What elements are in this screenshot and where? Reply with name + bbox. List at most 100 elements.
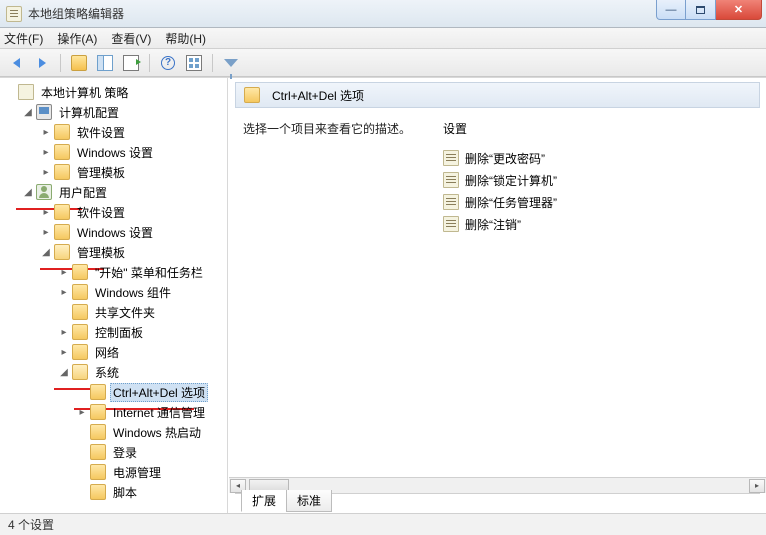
minimize-button[interactable]: —: [656, 0, 686, 20]
tree-ctrl-alt-del[interactable]: ▸Ctrl+Alt+Del 选项: [72, 382, 227, 402]
tree-item[interactable]: ▸Windows 组件: [54, 282, 227, 302]
tree-item[interactable]: ▸电源管理: [72, 462, 227, 482]
maximize-button[interactable]: [686, 0, 716, 20]
folder-icon: [72, 284, 88, 300]
tree-pane[interactable]: ▸本地计算机 策略 ◢计算机配置 ▸软件设置 ▸Windows 设置 ▸管理模板…: [0, 78, 228, 513]
menu-view[interactable]: 查看(V): [111, 30, 151, 47]
tree-item[interactable]: ▸软件设置: [36, 122, 227, 142]
tree-item[interactable]: ▸Windows 热启动: [72, 422, 227, 442]
back-button[interactable]: [6, 53, 26, 73]
app-icon: [6, 6, 22, 22]
policy-item-icon: [443, 172, 459, 188]
tree-item[interactable]: ▸登录: [72, 442, 227, 462]
close-button[interactable]: ✕: [716, 0, 762, 20]
menu-file[interactable]: 文件(F): [4, 30, 43, 47]
expand-toggle[interactable]: ▸: [76, 406, 88, 418]
menu-help[interactable]: 帮助(H): [165, 30, 206, 47]
export-button[interactable]: [121, 53, 141, 73]
folder-icon: [90, 484, 106, 500]
folder-icon: [72, 344, 88, 360]
expand-toggle[interactable]: ◢: [58, 366, 70, 378]
folder-icon: [244, 87, 260, 103]
settings-header: 设置: [443, 120, 760, 137]
tree-item[interactable]: ▸共享文件夹: [54, 302, 227, 322]
tree-item[interactable]: ▸Internet 通信管理: [72, 402, 227, 422]
tab-standard[interactable]: 标准: [286, 490, 332, 512]
tree-item[interactable]: ▸网络: [54, 342, 227, 362]
user-icon: [36, 184, 52, 200]
tree-item[interactable]: ▸Windows 设置: [36, 142, 227, 162]
properties-button[interactable]: [184, 53, 204, 73]
folder-icon: [54, 124, 70, 140]
expand-toggle[interactable]: ▸: [58, 326, 70, 338]
details-body: 选择一个项目来查看它的描述。 设置 删除“更改密码” 删除“锁定计算机” 删除“任务…: [229, 108, 766, 493]
status-text: 4 个设置: [8, 516, 54, 533]
tree-item[interactable]: ▸管理模板: [36, 162, 227, 182]
toolbar-separator: [149, 54, 150, 72]
tree-item[interactable]: ▸Windows 设置: [36, 222, 227, 242]
filter-button[interactable]: [221, 53, 241, 73]
folder-icon: [90, 384, 106, 400]
forward-button[interactable]: [32, 53, 52, 73]
setting-item[interactable]: 删除“注销”: [443, 213, 760, 235]
tree-item[interactable]: ▸脚本: [72, 482, 227, 502]
folder-icon: [72, 264, 88, 280]
folder-open-icon: [72, 364, 88, 380]
folder-icon: [54, 224, 70, 240]
tree-item[interactable]: ▸软件设置: [36, 202, 227, 222]
tree-admin-templates[interactable]: ◢管理模板 ▸"开始" 菜单和任务栏 ▸Windows 组件 ▸共享文件夹 ▸控…: [36, 242, 227, 502]
tree-root[interactable]: ▸本地计算机 策略 ◢计算机配置 ▸软件设置 ▸Windows 设置 ▸管理模板…: [0, 82, 227, 502]
tree-item[interactable]: ▸"开始" 菜单和任务栏: [54, 262, 227, 282]
tree-computer-config[interactable]: ◢计算机配置 ▸软件设置 ▸Windows 设置 ▸管理模板: [18, 102, 227, 182]
expand-toggle[interactable]: ▸: [40, 206, 52, 218]
expand-toggle[interactable]: ▸: [40, 166, 52, 178]
help-button[interactable]: ?: [158, 53, 178, 73]
details-pane: Ctrl+Alt+Del 选项 选择一个项目来查看它的描述。 设置 删除“更改密…: [228, 78, 766, 513]
settings-column: 设置 删除“更改密码” 删除“锁定计算机” 删除“任务管理器” 删除“注销”: [443, 120, 760, 489]
toolbar: ?: [0, 49, 766, 77]
expand-toggle[interactable]: ▸: [40, 126, 52, 138]
menu-action[interactable]: 操作(A): [57, 30, 97, 47]
expand-toggle[interactable]: ▸: [58, 286, 70, 298]
expand-toggle[interactable]: ◢: [40, 246, 52, 258]
folder-icon: [90, 424, 106, 440]
folder-open-icon: [54, 244, 70, 260]
expand-toggle[interactable]: ▸: [58, 346, 70, 358]
folder-icon: [54, 164, 70, 180]
toolbar-separator: [212, 54, 213, 72]
tree-item[interactable]: ▸控制面板: [54, 322, 227, 342]
expand-toggle[interactable]: ◢: [22, 106, 34, 118]
toolbar-separator: [60, 54, 61, 72]
scroll-right-button[interactable]: ▸: [749, 479, 765, 493]
tree-system[interactable]: ◢系统 ▸Ctrl+Alt+Del 选项 ▸Internet 通信管理 ▸Win…: [54, 362, 227, 502]
tree-user-config[interactable]: ◢用户配置 ▸软件设置 ▸Windows 设置 ◢管理模板 ▸"开始" 菜单和任…: [18, 182, 227, 502]
titlebar: 本地组策略编辑器 — ✕: [0, 0, 766, 28]
expand-toggle[interactable]: ▸: [40, 226, 52, 238]
folder-icon: [90, 464, 106, 480]
up-folder-button[interactable]: [69, 53, 89, 73]
setting-label: 删除“任务管理器”: [465, 194, 557, 211]
folder-icon: [72, 304, 88, 320]
menubar: 文件(F) 操作(A) 查看(V) 帮助(H): [0, 28, 766, 49]
expand-toggle[interactable]: ◢: [22, 186, 34, 198]
show-pane-button[interactable]: [95, 53, 115, 73]
setting-label: 删除“锁定计算机”: [465, 172, 557, 189]
statusbar: 4 个设置: [0, 513, 766, 535]
details-header: Ctrl+Alt+Del 选项: [235, 82, 760, 108]
tab-extended[interactable]: 扩展: [241, 490, 287, 512]
setting-item[interactable]: 删除“任务管理器”: [443, 191, 760, 213]
expand-toggle[interactable]: ▸: [58, 266, 70, 278]
setting-label: 删除“更改密码”: [465, 150, 545, 167]
expand-toggle[interactable]: ▸: [40, 146, 52, 158]
folder-icon: [54, 144, 70, 160]
folder-icon: [90, 444, 106, 460]
folder-icon: [54, 204, 70, 220]
setting-item[interactable]: 删除“锁定计算机”: [443, 169, 760, 191]
computer-icon: [36, 104, 52, 120]
description-text: 选择一个项目来查看它的描述。: [243, 120, 413, 489]
policy-item-icon: [443, 216, 459, 232]
policy-item-icon: [443, 194, 459, 210]
setting-item[interactable]: 删除“更改密码”: [443, 147, 760, 169]
window-buttons: — ✕: [656, 0, 762, 20]
policy-icon: [18, 84, 34, 100]
